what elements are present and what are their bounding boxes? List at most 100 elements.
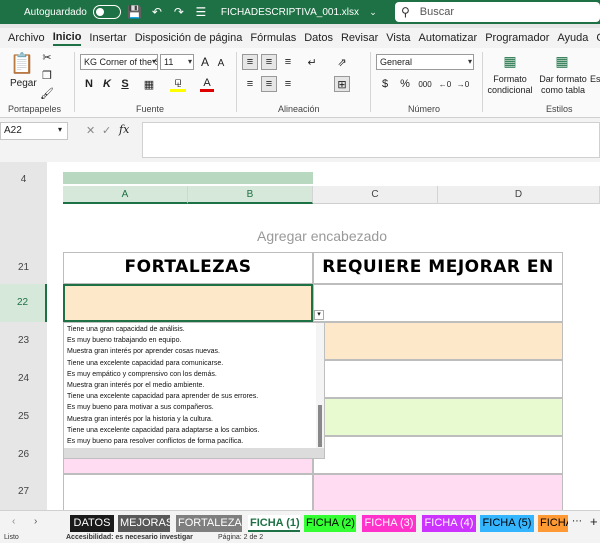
wrap-text-icon[interactable]: ↵ [304, 54, 320, 70]
ribbon-tab-4[interactable]: Fórmulas [250, 32, 296, 44]
currency-button[interactable]: $ [378, 76, 392, 92]
sheet-tab[interactable]: FORTALEZAS [176, 515, 242, 532]
cancel-icon[interactable]: ✕ [86, 124, 95, 137]
align-left-icon[interactable]: ≡ [242, 76, 258, 92]
conditional-format-icon[interactable]: ▦ [500, 52, 520, 70]
file-name[interactable]: FICHADESCRIPTIVA_001.xlsx [221, 7, 359, 18]
number-format-combo[interactable]: General ▾ [376, 54, 474, 70]
search-box[interactable]: ⚲ Buscar [395, 2, 600, 22]
ribbon-tab-8[interactable]: Automatizar [419, 32, 478, 44]
dropdown-option[interactable]: Tiene una excelente capacidad para comun… [67, 360, 223, 367]
validation-dropdown-list[interactable]: Tiene una gran capacidad de análisis. Es … [63, 322, 325, 459]
paste-button-label[interactable]: Pegar [10, 78, 37, 89]
fortalezas-header[interactable]: FORTALEZAS [63, 252, 313, 284]
save-icon[interactable]: 💾 [127, 4, 143, 20]
sheet-tab[interactable]: FICHA [538, 515, 568, 532]
conditional-format-label[interactable]: Formato condicional [486, 74, 534, 96]
italic-button[interactable]: K [100, 76, 114, 92]
row-header[interactable]: 21 [0, 252, 47, 284]
grow-font-button[interactable]: A [198, 54, 212, 70]
requiere-mejorar-header[interactable]: REQUIERE MEJORAR EN [313, 252, 563, 284]
formula-input[interactable] [142, 122, 600, 158]
mejora-cell[interactable] [313, 284, 563, 322]
dropdown-option[interactable]: Es muy bueno para resolver conflictos de… [67, 438, 243, 445]
insert-function-button[interactable]: fx [119, 123, 129, 136]
dropdown-option[interactable]: Tiene una excelente capacidad para adapt… [67, 427, 259, 434]
ribbon-tab-10[interactable]: Ayuda [557, 32, 588, 44]
cell-styles-label[interactable]: Es [590, 74, 600, 84]
dropdown-resize-bar[interactable] [64, 448, 324, 458]
scroll-right-icon[interactable]: › [34, 516, 37, 527]
sheet-tab[interactable]: FICHA (5) [480, 515, 534, 532]
ribbon-tab-6[interactable]: Revisar [341, 32, 378, 44]
ribbon-tab-5[interactable]: Datos [304, 32, 333, 44]
quick-access-dropdown-icon[interactable]: ☰ [193, 4, 209, 20]
dropdown-option[interactable]: Es muy bueno trabajando en equipo. [67, 337, 181, 344]
row-header[interactable]: 23 [0, 322, 47, 360]
align-bottom-icon[interactable]: ≡ [280, 54, 296, 70]
mejora-cell[interactable] [313, 360, 563, 398]
mejora-cell[interactable] [313, 436, 563, 474]
shrink-font-button[interactable]: A [214, 56, 228, 70]
ribbon-tab-7[interactable]: Vista [386, 32, 410, 44]
fortaleza-cell[interactable] [63, 474, 313, 510]
ribbon-tab-0[interactable]: Archivo [8, 32, 45, 44]
row-header[interactable]: 22 [0, 284, 47, 322]
row-header[interactable]: 24 [0, 360, 47, 398]
cut-icon[interactable]: ✂ [40, 50, 54, 64]
row-header[interactable]: 4 [0, 172, 47, 188]
format-as-table-icon[interactable]: ▦ [552, 52, 572, 70]
dropdown-option[interactable]: Tiene una gran capacidad de análisis. [67, 326, 185, 333]
dropdown-arrow-icon[interactable]: ▾ [314, 310, 324, 320]
mejora-cell[interactable] [313, 398, 563, 436]
percent-button[interactable]: % [398, 76, 412, 92]
add-header-placeholder[interactable]: Agregar encabezado [257, 228, 387, 244]
add-sheet-icon[interactable]: + [590, 514, 598, 529]
format-as-table-label[interactable]: Dar formato como tabla [538, 74, 588, 96]
dropdown-option[interactable]: Tiene una excelente capacidad para apren… [67, 393, 258, 400]
font-size-combo[interactable]: 11 ▾ [160, 54, 194, 70]
copy-icon[interactable]: ❐ [40, 68, 54, 82]
column-header[interactable]: B [188, 186, 313, 204]
align-middle-icon[interactable]: ≡ [261, 54, 277, 70]
dropdown-option[interactable]: Es muy bueno para motivar a sus compañer… [67, 404, 214, 411]
ribbon-tab-11[interactable]: Canon Free [596, 32, 600, 44]
row-header[interactable]: 25 [0, 398, 47, 436]
dropdown-option[interactable]: Muestra gran interés por aprender cosas … [67, 348, 220, 355]
dropdown-option[interactable]: Muestra gran interés por la historia y l… [67, 416, 213, 423]
column-header[interactable]: C [313, 186, 438, 204]
borders-icon[interactable]: ▦ [142, 76, 156, 92]
mejora-cell[interactable] [313, 322, 563, 360]
fill-color-icon[interactable]: ⚼ [170, 76, 186, 92]
orientation-icon[interactable]: ⇗ [334, 54, 350, 70]
increase-decimal-icon[interactable]: ←0 [438, 76, 452, 92]
merge-center-icon[interactable]: ⊞ [334, 76, 350, 92]
decrease-decimal-icon[interactable]: →0 [456, 76, 470, 92]
underline-button[interactable]: S [118, 76, 132, 92]
confirm-icon[interactable]: ✓ [102, 124, 111, 137]
sheet-tab[interactable]: DATOS [70, 515, 114, 532]
align-top-icon[interactable]: ≡ [242, 54, 258, 70]
column-header[interactable]: A [63, 186, 188, 204]
row-header[interactable]: 27 [0, 474, 47, 510]
autosave-toggle[interactable] [92, 5, 121, 19]
ribbon-tab-2[interactable]: Insertar [89, 32, 126, 44]
redo-icon[interactable]: ↷ [171, 4, 187, 20]
scrollbar-thumb[interactable] [318, 405, 322, 447]
format-painter-icon[interactable]: 🖌 [40, 86, 54, 100]
chevron-down-icon[interactable]: ▾ [58, 125, 62, 134]
font-name-combo[interactable]: KG Corner of the S ▾ [80, 54, 158, 70]
align-center-icon[interactable]: ≡ [261, 76, 277, 92]
undo-icon[interactable]: ↶ [149, 4, 165, 20]
dropdown-option[interactable]: Muestra gran interés por el medio ambien… [67, 382, 204, 389]
chevron-down-icon[interactable]: ⌄ [365, 4, 381, 20]
sheet-tab[interactable]: FICHA (2) [304, 515, 356, 532]
sheet-tab[interactable]: FICHA (4) [422, 515, 476, 532]
more-sheets-icon[interactable]: ⋯ [572, 516, 582, 527]
font-color-button[interactable]: A [200, 76, 214, 92]
ribbon-tab-1[interactable]: Inicio [52, 31, 82, 46]
mejora-cell[interactable] [313, 474, 563, 510]
ribbon-tab-9[interactable]: Programador [485, 32, 549, 44]
row-header[interactable]: 26 [0, 436, 47, 474]
paste-icon[interactable]: 📋 [10, 50, 35, 76]
